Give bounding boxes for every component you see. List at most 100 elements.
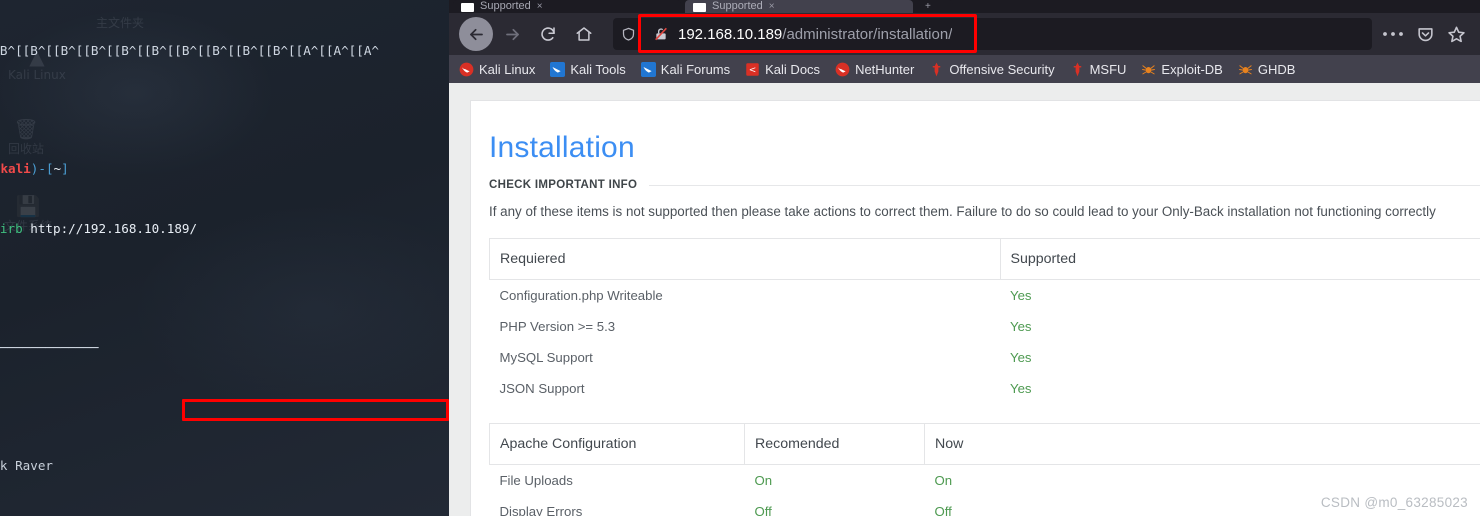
tab-label: Supported (712, 0, 763, 12)
address-bar-container: 192.168.10.189/administrator/installatio… (613, 14, 1372, 53)
terminal-output: [B^[[B^[[B^[[B^[[B^[[B^[[B^[[B^[[B^[[B^[… (0, 0, 449, 516)
new-tab-button[interactable]: + (917, 0, 953, 13)
installation-card: Installation CHECK IMPORTANT INFO If any… (470, 100, 1480, 516)
section-header: CHECK IMPORTANT INFO (471, 165, 1480, 191)
tab-close-icon[interactable]: × (769, 1, 775, 12)
terminal-line: /2.22 (0, 397, 449, 417)
bookmark-nethunter[interactable]: NetHunter (835, 62, 914, 77)
offsec-dagger-icon (929, 62, 944, 77)
terminal-line: [B^[[B^[[B^[[B^[[B^[[B^[[B^[[B^[[B^[[B^[… (0, 42, 380, 58)
bookmark-ghdb[interactable]: GHDB (1238, 61, 1296, 77)
requirement-status: Yes (1010, 288, 1032, 303)
home-button[interactable] (567, 17, 601, 51)
bookmark-label: NetHunter (855, 61, 915, 77)
kali-dragon-blue-icon (640, 61, 656, 77)
url-path: /administrator/installation/ (782, 25, 953, 43)
table-row: MySQL Support Yes (490, 342, 1480, 373)
table-row: JSON Support Yes (490, 373, 1480, 404)
bookmark-msfu[interactable]: MSFU (1070, 62, 1126, 77)
config-name: Display Errors (499, 504, 583, 516)
requirement-name: MySQL Support (499, 350, 593, 365)
intro-text: If any of these items is not supported t… (489, 204, 1436, 219)
exploit-db-spider-icon (1238, 62, 1253, 77)
bookmark-star-icon[interactable] (1447, 25, 1466, 44)
bookmark-label: Offensive Security (949, 61, 1055, 77)
bookmark-exploit-db[interactable]: Exploit-DB (1141, 61, 1223, 77)
requirement-name: JSON Support (499, 381, 585, 396)
bookmark-label: Kali Forums (660, 61, 731, 77)
screen: ▲ Kali Linux 主文件夹 🗑 回收站 💾 文件系统 [B^[[B^[[… (0, 0, 1480, 516)
apache-configuration-table: Apache Configuration Recomended Now File… (489, 423, 1480, 516)
tab-strip: Supported × Supported × + (449, 0, 1480, 13)
config-recommended: On (754, 473, 773, 488)
reload-button[interactable] (531, 17, 565, 51)
back-button[interactable] (459, 17, 493, 51)
url-host: 192.168.10.189 (678, 25, 783, 43)
tracking-protection-shield-icon[interactable] (613, 18, 643, 50)
table-row: Configuration.php Writeable Yes (490, 280, 1480, 312)
exploit-db-spider-icon (1141, 62, 1156, 77)
bookmark-label: Kali Docs (765, 61, 821, 77)
browser-window: Supported × Supported × + 192.168.10.189… (449, 0, 1480, 516)
kali-dragon-red-icon (459, 62, 474, 77)
forward-button[interactable] (495, 17, 529, 51)
bookmark-label: Kali Linux (479, 61, 536, 77)
requirement-name: PHP Version >= 5.3 (499, 319, 616, 334)
tab-supported-2[interactable]: Supported × (685, 0, 913, 13)
requirements-table: Requiered Supported Configuration.php Wr… (489, 238, 1480, 404)
kali-docs-icon: < (745, 62, 760, 77)
tab-favicon (693, 3, 706, 12)
column-header-now: Now (924, 423, 1480, 465)
page-title: Installation (489, 131, 635, 164)
terminal-line: udo dirb http://192.168.10.189/ (0, 220, 198, 236)
tab-favicon (461, 3, 474, 12)
table-header-row: Requiered Supported (489, 238, 1480, 280)
table-header-row: Apache Configuration Recomended Now (489, 423, 1480, 465)
column-header-requiered: Requiered (489, 238, 1001, 280)
table-row: Display Errors Off Off (490, 496, 1480, 516)
offsec-dagger-icon (1070, 62, 1085, 77)
kali-dragon-red-icon (835, 62, 850, 77)
bookmark-offensive-security[interactable]: Offensive Security (929, 61, 1055, 77)
bookmark-kali-forums[interactable]: Kali Forums (640, 61, 731, 77)
terminal-line: ────────────────── (0, 339, 99, 355)
section-label: CHECK IMPORTANT INFO (489, 179, 638, 191)
bookmark-kali-linux[interactable]: Kali Linux (459, 62, 535, 77)
requirement-status: Yes (1010, 381, 1032, 396)
tab-label: Supported (480, 0, 531, 12)
requirement-name: Configuration.php Writeable (499, 288, 663, 303)
kali-dragon-blue-icon (550, 61, 566, 77)
bookmark-label: Kali Tools (570, 61, 626, 77)
bookmark-label: GHDB (1257, 61, 1296, 77)
bookmarks-bar: Kali Linux Kali Tools Kali Forums < Kali… (449, 55, 1480, 83)
bookmark-kali-docs[interactable]: < Kali Docs (745, 62, 820, 77)
svg-text:<: < (749, 65, 756, 75)
bookmark-label: Exploit-DB (1161, 61, 1223, 77)
terminal-window[interactable]: ▲ Kali Linux 主文件夹 🗑 回收站 💾 文件系统 [B^[[B^[[… (0, 0, 449, 516)
requirement-status: Yes (1010, 350, 1032, 365)
table-row: File Uploads On On (490, 465, 1480, 497)
column-header-apache-configuration: Apache Configuration (489, 423, 745, 465)
tab-supported-1[interactable]: Supported × (453, 0, 681, 13)
requirement-status: Yes (1010, 319, 1032, 334)
table-row: PHP Version >= 5.3 Yes (490, 311, 1480, 342)
page-viewport: Installation CHECK IMPORTANT INFO If any… (449, 83, 1480, 516)
toolbar-right-icons (1382, 25, 1470, 44)
config-now: Off (934, 504, 952, 516)
config-name: File Uploads (499, 473, 573, 488)
config-recommended: Off (754, 504, 772, 516)
plus-icon: + (925, 1, 931, 12)
tab-close-icon[interactable]: × (537, 1, 543, 12)
terminal-line: oot💀kali)-[~] (0, 161, 69, 177)
address-bar[interactable]: 192.168.10.189/administrator/installatio… (643, 18, 1372, 50)
more-options-icon[interactable] (1382, 31, 1404, 37)
broken-lock-icon[interactable] (653, 26, 669, 42)
bookmark-kali-tools[interactable]: Kali Tools (550, 61, 626, 77)
navigation-toolbar: 192.168.10.189/administrator/installatio… (449, 13, 1480, 55)
section-divider (649, 184, 1480, 186)
config-now: On (934, 473, 953, 488)
pocket-icon[interactable] (1416, 25, 1435, 44)
terminal-line: e Dark Raver (0, 458, 53, 474)
